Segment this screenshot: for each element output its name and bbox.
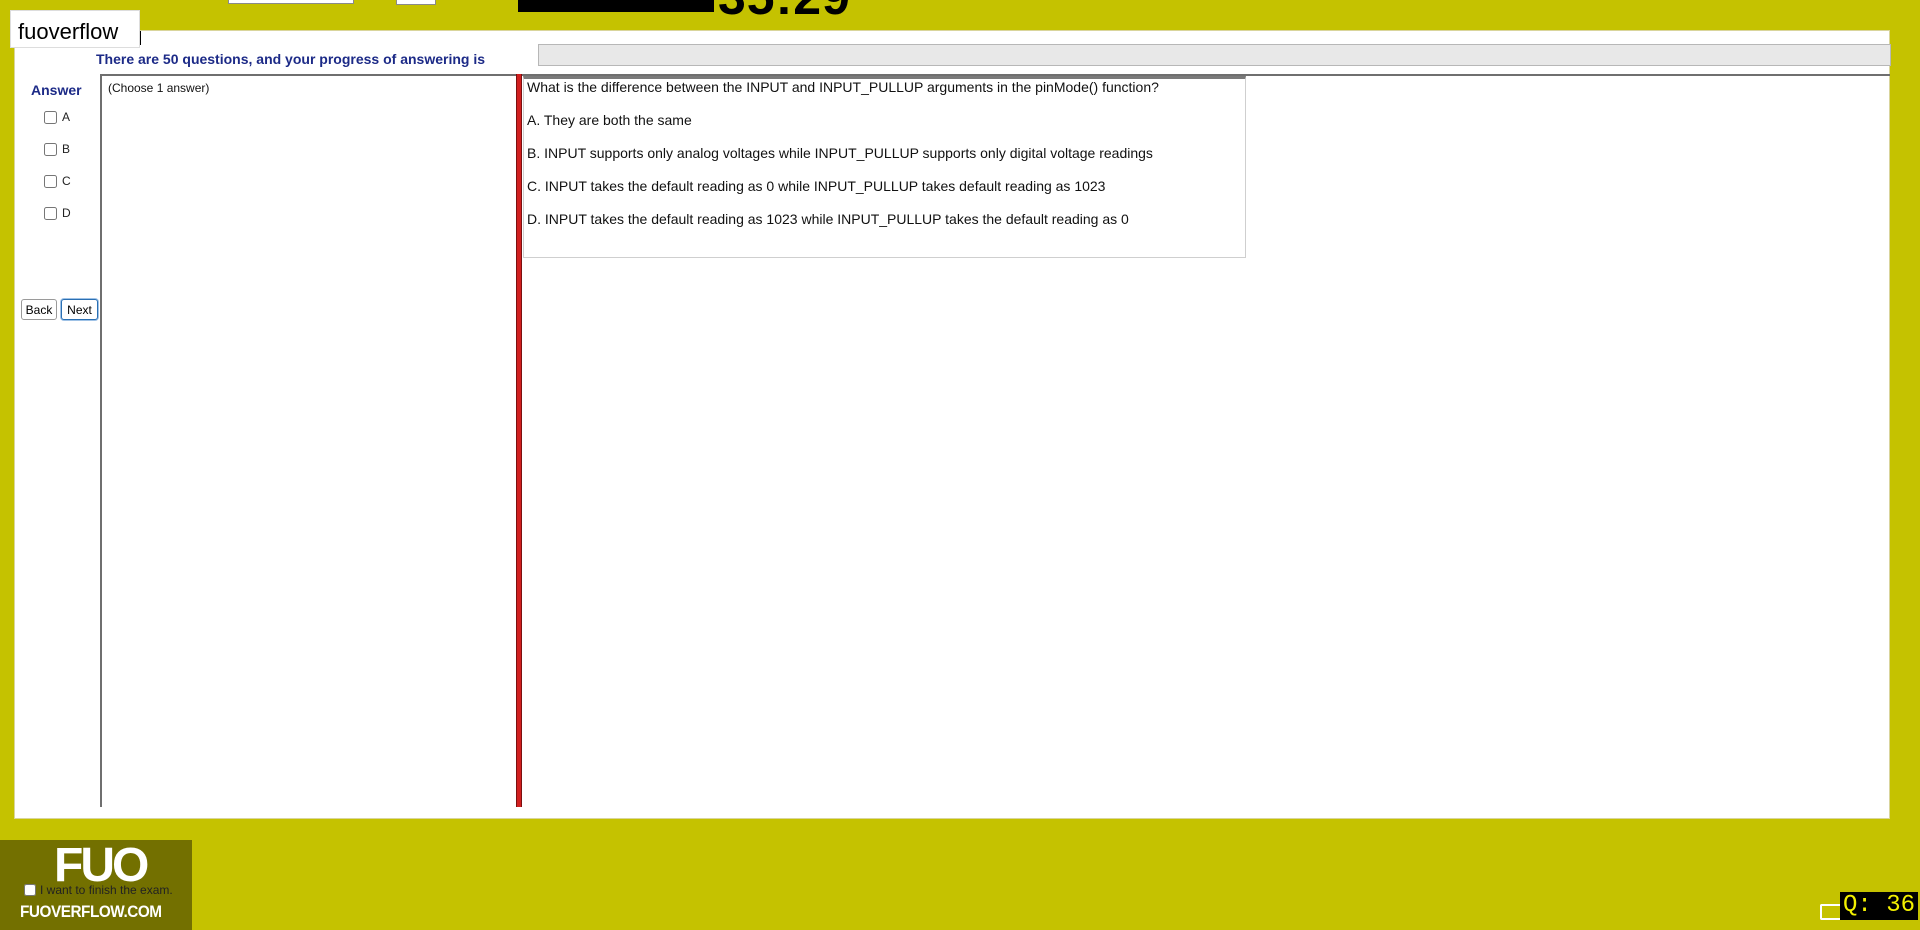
finish-exam-checkbox[interactable] (24, 884, 36, 896)
choice-a-text: A. They are both the same (527, 112, 692, 128)
choice-c-text: C. INPUT takes the default reading as 0 … (527, 178, 1106, 194)
choice-b-text: B. INPUT supports only analog voltages w… (527, 145, 1153, 161)
option-b[interactable]: B (44, 142, 70, 156)
option-b-label: B (62, 142, 71, 156)
question-box (523, 76, 1246, 258)
progress-label: There are 50 questions, and your progres… (96, 51, 485, 67)
option-c-label: C (62, 174, 71, 188)
finish-exam[interactable]: I want to finish the exam. (24, 883, 173, 897)
option-a-label: A (62, 110, 71, 124)
option-d[interactable]: D (44, 206, 71, 220)
timer: 35:29 (718, 0, 851, 22)
finish-exam-label: I want to finish the exam. (40, 883, 173, 897)
answer-heading: Answer (31, 82, 82, 98)
counter-corner (1820, 904, 1840, 920)
brand-label: fuoverflow (18, 19, 119, 44)
question-text: What is the difference between the INPUT… (527, 79, 1159, 95)
back-button[interactable]: Back (21, 299, 57, 320)
next-button[interactable]: Next (61, 299, 98, 320)
question-counter: Q: 36 (1840, 892, 1919, 920)
top-field (228, 0, 354, 4)
option-d-checkbox[interactable] (44, 206, 57, 220)
option-a[interactable]: A (44, 110, 70, 124)
text-cursor (140, 31, 141, 45)
answer-frame (100, 74, 518, 807)
option-b-checkbox[interactable] (44, 142, 57, 156)
progress-bar (538, 44, 1891, 66)
option-d-label: D (62, 206, 71, 220)
logo-url: FUOVERFLOW.COM (20, 902, 162, 921)
choose-instruction: (Choose 1 answer) (108, 81, 210, 95)
option-a-checkbox[interactable] (44, 110, 57, 124)
option-c[interactable]: C (44, 174, 71, 188)
timer-background (518, 0, 714, 12)
option-c-checkbox[interactable] (44, 174, 57, 188)
top-small-field (396, 0, 436, 5)
choice-d-text: D. INPUT takes the default reading as 10… (527, 211, 1129, 227)
